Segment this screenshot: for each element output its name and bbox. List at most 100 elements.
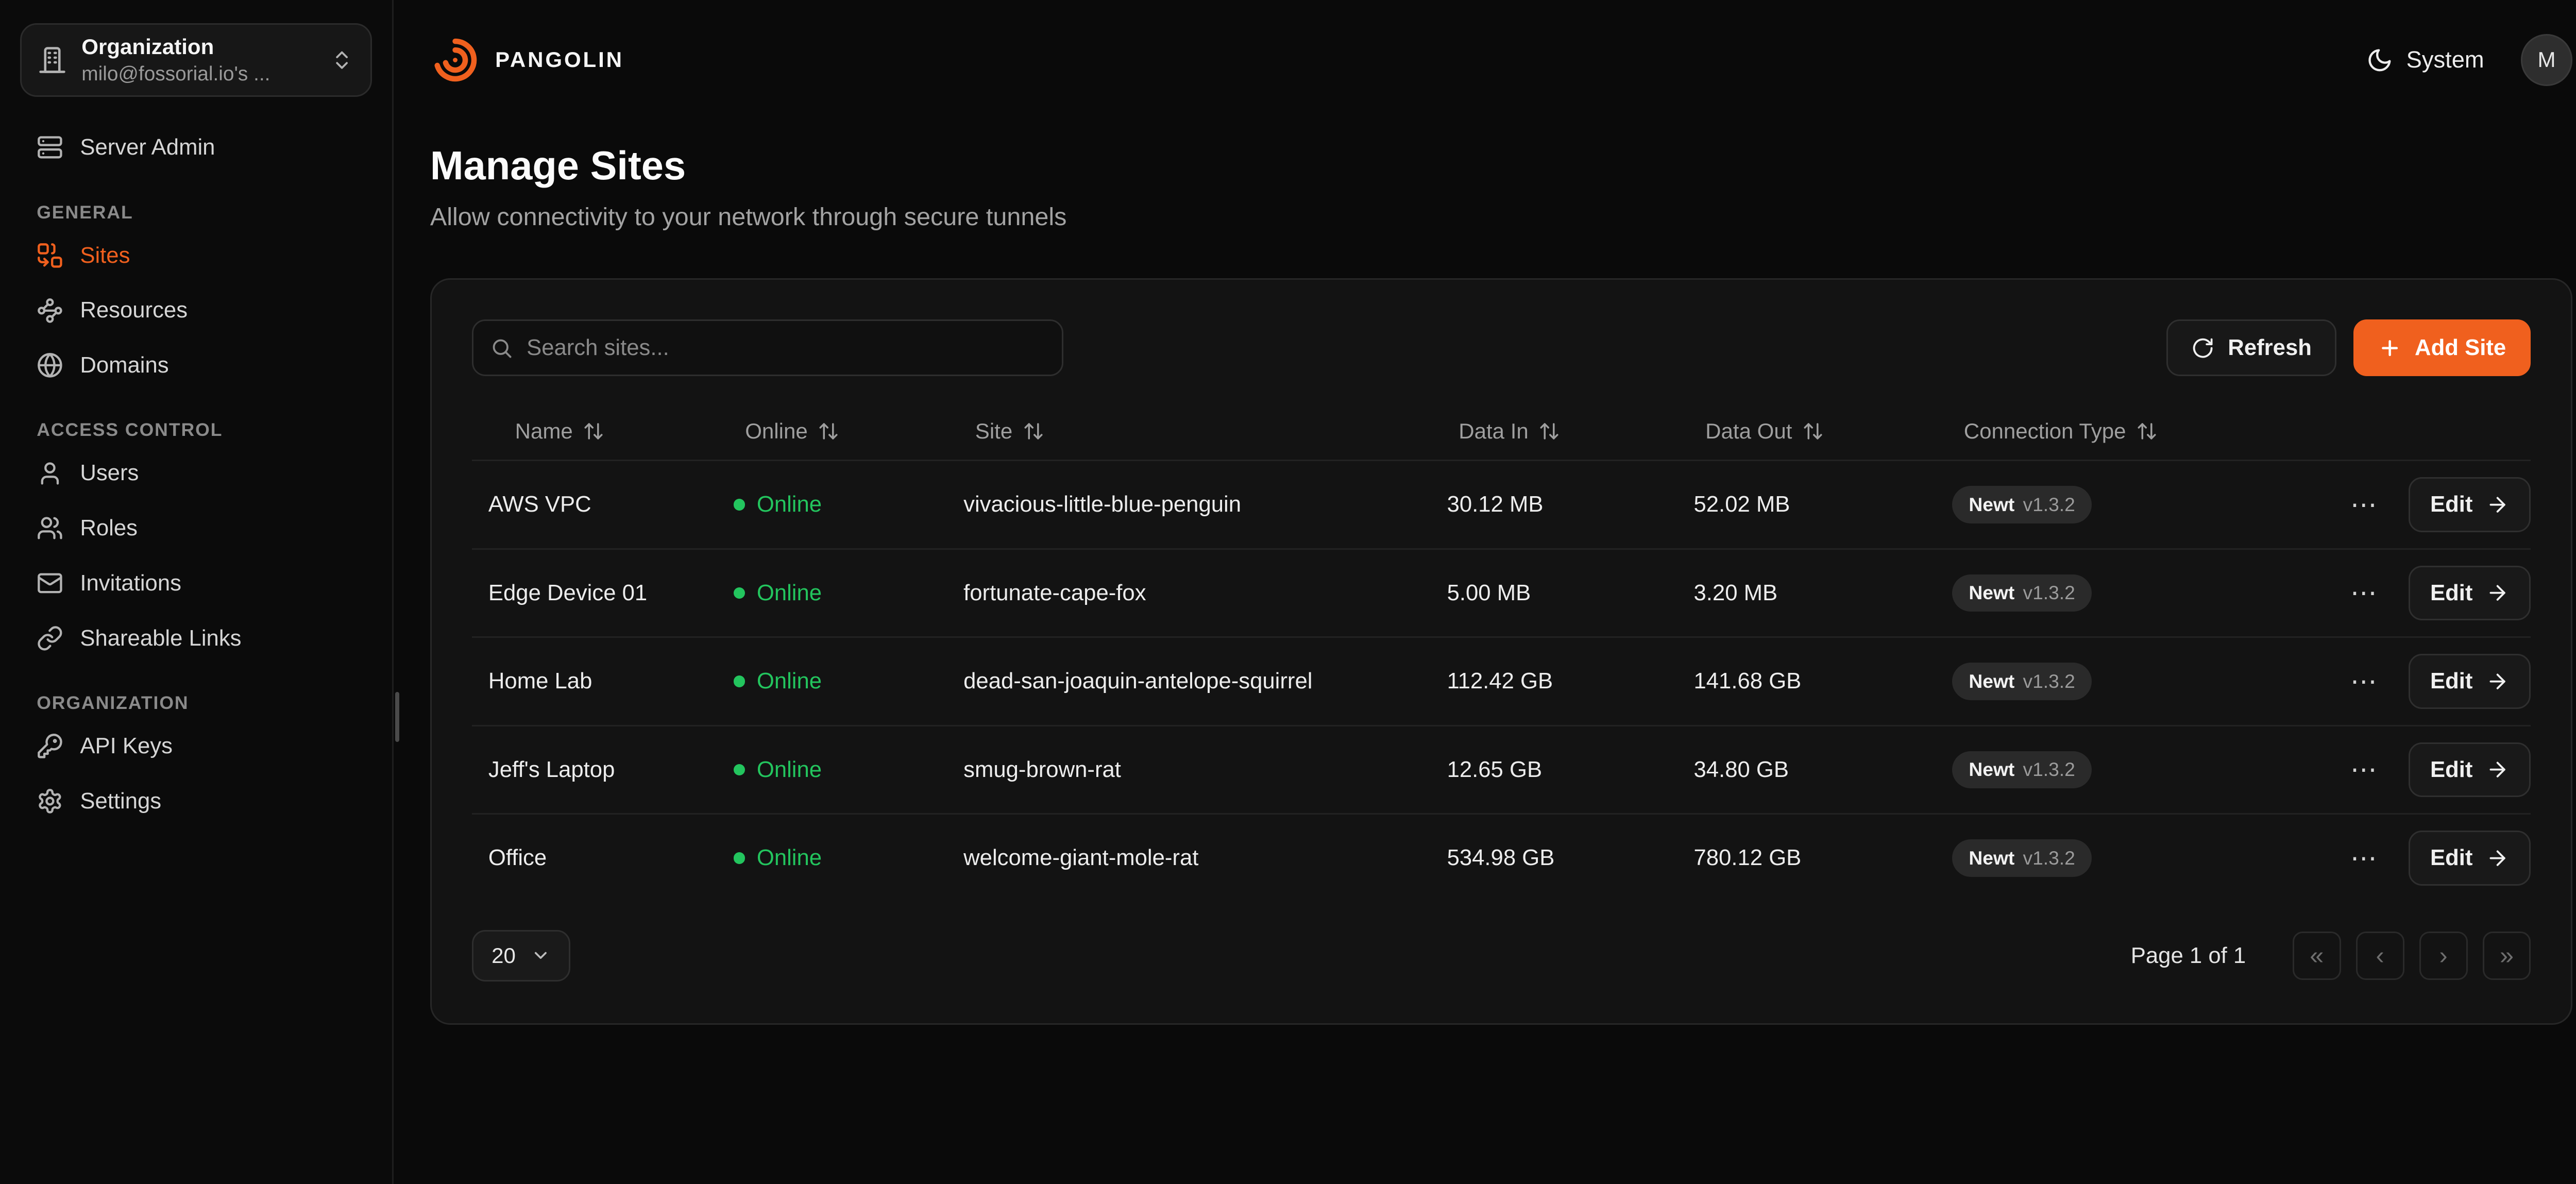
cell-name: Jeff's Laptop [472, 757, 719, 783]
sort-icon [583, 420, 604, 442]
sidebar-item-label: Resources [80, 297, 188, 323]
cell-name: Edge Device 01 [472, 580, 719, 606]
sites-table: Name Online Site Data In Data Out Connec… [472, 403, 2531, 902]
edit-button[interactable]: Edit [2409, 477, 2531, 532]
arrow-right-icon [2486, 847, 2509, 870]
table-header-row: Name Online Site Data In Data Out Connec… [472, 403, 2531, 460]
cell-online: Online [718, 580, 948, 606]
sidebar-item-label: Invitations [80, 570, 181, 596]
sidebar-item-users[interactable]: Users [20, 446, 372, 501]
cell-data-in: 12.65 GB [1432, 757, 1679, 783]
section-label-access-control: ACCESS CONTROL [37, 419, 355, 441]
search-input[interactable] [527, 335, 1045, 361]
row-menu-button[interactable]: ⋯ [2350, 580, 2379, 606]
sidebar-item-roles[interactable]: Roles [20, 501, 372, 556]
cell-data-out: 34.80 GB [1679, 757, 1937, 783]
waypoints-icon [37, 297, 63, 324]
first-page-button[interactable]: « [2293, 932, 2341, 980]
edit-button[interactable]: Edit [2409, 742, 2531, 798]
building-icon [38, 46, 66, 74]
sidebar-item-invitations[interactable]: Invitations [20, 556, 372, 611]
column-header-online[interactable]: Online [718, 419, 948, 444]
section-label-general: GENERAL [37, 202, 355, 223]
org-selector[interactable]: Organization milo@fossorial.io's ... [20, 23, 372, 96]
table-row: Office Online welcome-giant-mole-rat 534… [472, 813, 2531, 902]
cell-online: Online [718, 492, 948, 517]
link-icon [37, 625, 63, 652]
connection-type-badge: Newtv1.3.2 [1952, 751, 2092, 788]
theme-label: System [2406, 46, 2484, 73]
connection-type-badge: Newtv1.3.2 [1952, 574, 2092, 612]
cell-site: vivacious-little-blue-penguin [948, 492, 1432, 517]
arrow-right-icon [2486, 581, 2509, 604]
app-root: Organization milo@fossorial.io's ... Ser… [0, 0, 2576, 1184]
sidebar-item-label: Roles [80, 515, 138, 541]
edit-button[interactable]: Edit [2409, 654, 2531, 709]
moon-icon [2366, 47, 2393, 74]
column-header-name[interactable]: Name [472, 419, 719, 444]
sidebar-item-shareable-links[interactable]: Shareable Links [20, 611, 372, 666]
online-dot [734, 764, 745, 776]
org-subtitle: milo@fossorial.io's ... [81, 63, 315, 86]
arrow-right-icon [2486, 493, 2509, 516]
cell-site: smug-brown-rat [948, 757, 1432, 783]
row-menu-button[interactable]: ⋯ [2350, 845, 2379, 872]
topbar: PANGOLIN System M [394, 0, 2576, 120]
theme-toggle[interactable]: System [2366, 46, 2484, 73]
sort-icon [1538, 420, 1560, 442]
users-icon [37, 515, 63, 542]
cell-site: welcome-giant-mole-rat [948, 845, 1432, 871]
next-page-button[interactable]: › [2419, 932, 2468, 980]
mail-icon [37, 570, 63, 597]
cell-data-out: 3.20 MB [1679, 580, 1937, 606]
refresh-icon [2191, 336, 2214, 360]
cell-data-in: 112.42 GB [1432, 668, 1679, 694]
page-size-select[interactable]: 20 [472, 930, 571, 982]
sort-icon [1023, 420, 1044, 442]
sidebar-item-domains[interactable]: Domains [20, 338, 372, 393]
cell-online: Online [718, 668, 948, 694]
online-dot [734, 499, 745, 511]
column-header-data-out[interactable]: Data Out [1679, 419, 1937, 444]
row-menu-button[interactable]: ⋯ [2350, 756, 2379, 783]
chevrons-up-down-icon [330, 48, 353, 72]
sites-card: Refresh Add Site Name Online Site Data I… [430, 278, 2572, 1025]
sidebar-item-label: Sites [80, 243, 130, 268]
key-icon [37, 733, 63, 759]
prev-page-button[interactable]: ‹ [2356, 932, 2404, 980]
sidebar-item-server-admin[interactable]: Server Admin [20, 120, 372, 175]
sort-icon [2136, 420, 2158, 442]
sidebar-item-label: Settings [80, 788, 161, 814]
sidebar-item-sites[interactable]: Sites [20, 228, 372, 283]
avatar[interactable]: M [2521, 34, 2572, 86]
gear-icon [37, 788, 63, 815]
section-label-organization: ORGANIZATION [37, 692, 355, 714]
column-header-site[interactable]: Site [948, 419, 1432, 444]
connection-type-badge: Newtv1.3.2 [1952, 486, 2092, 523]
sidebar-item-label: Shareable Links [80, 625, 241, 651]
online-dot [734, 852, 745, 864]
cell-site: dead-san-joaquin-antelope-squirrel [948, 668, 1432, 694]
column-header-connection-type[interactable]: Connection Type [1937, 419, 2312, 444]
sidebar-nav: Server Admin GENERAL Sites Resources Dom… [20, 120, 372, 828]
sidebar-item-api-keys[interactable]: API Keys [20, 719, 372, 774]
row-menu-button[interactable]: ⋯ [2350, 668, 2379, 695]
add-site-button[interactable]: Add Site [2353, 319, 2531, 376]
row-menu-button[interactable]: ⋯ [2350, 492, 2379, 518]
sidebar-item-label: Server Admin [80, 134, 215, 160]
edit-button[interactable]: Edit [2409, 566, 2531, 621]
combine-icon [37, 242, 63, 269]
table-row: Edge Device 01 Online fortunate-cape-fox… [472, 548, 2531, 637]
edit-button[interactable]: Edit [2409, 831, 2531, 886]
refresh-button[interactable]: Refresh [2166, 319, 2336, 376]
connection-type-badge: Newtv1.3.2 [1952, 839, 2092, 876]
sidebar-item-resources[interactable]: Resources [20, 283, 372, 338]
pangolin-logo-icon [430, 35, 480, 85]
search-box [472, 319, 1064, 376]
column-header-data-in[interactable]: Data In [1432, 419, 1679, 444]
sidebar-item-settings[interactable]: Settings [20, 773, 372, 828]
globe-icon [37, 352, 63, 379]
last-page-button[interactable]: » [2483, 932, 2531, 980]
main-area: PANGOLIN System M Manage Sites Allow con… [394, 0, 2576, 1184]
sort-icon [1802, 420, 1824, 442]
